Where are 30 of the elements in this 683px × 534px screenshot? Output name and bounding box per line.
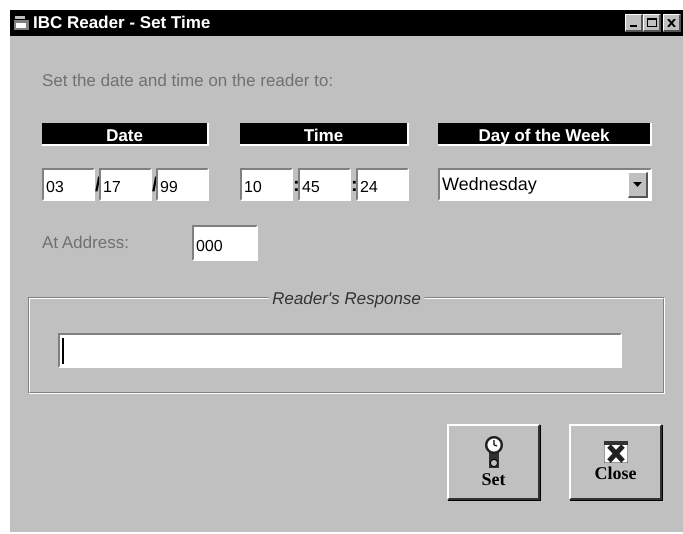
maximize-button[interactable] (643, 14, 661, 32)
clock-icon (482, 435, 504, 469)
minimize-icon (630, 25, 637, 27)
separator: : (293, 172, 298, 198)
time-field[interactable]: 45 (298, 168, 351, 201)
separator: : (351, 172, 356, 198)
app-icon (13, 15, 31, 31)
time-field[interactable]: 24 (356, 168, 409, 201)
text-cursor (62, 338, 64, 364)
maximize-icon (646, 18, 656, 27)
column-header: Time (240, 123, 409, 146)
column-header: Day of the Week (438, 123, 652, 146)
date-field[interactable]: 99 (156, 168, 209, 201)
window-title: IBC Reader - Set Time (33, 12, 210, 34)
close-icon (604, 441, 628, 463)
address-field[interactable]: 000 (192, 225, 258, 261)
close-button[interactable] (663, 14, 681, 32)
date-field[interactable]: 03 (42, 168, 95, 201)
close-icon (667, 18, 676, 26)
date-field[interactable]: 17 (99, 168, 152, 201)
column-header: Date (42, 123, 209, 146)
address-label: At Address: (42, 232, 130, 254)
caret-icon (633, 182, 642, 186)
minimize-button[interactable] (625, 14, 643, 32)
dialog-button[interactable]: Set (447, 424, 540, 500)
day-dropdown[interactable]: Wednesday (438, 168, 652, 201)
dropdown-button[interactable] (628, 172, 648, 198)
time-field[interactable]: 10 (240, 168, 293, 201)
dialog-button[interactable]: Close (569, 424, 662, 500)
instruction-text: Set the date and time on the reader to: (42, 70, 334, 90)
